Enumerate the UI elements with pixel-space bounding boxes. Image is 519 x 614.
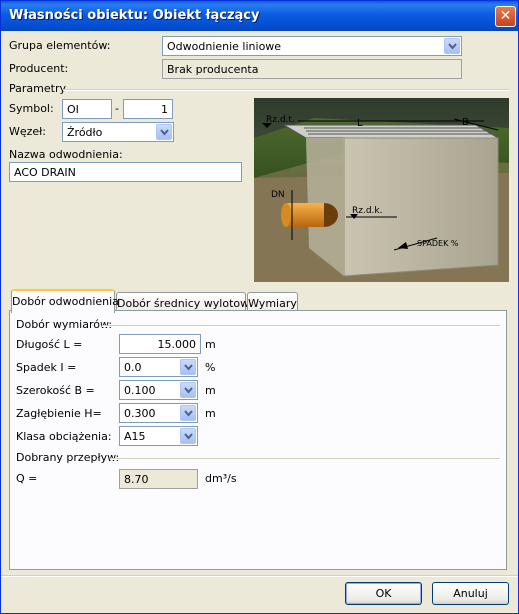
symbol-label: Symbol: bbox=[9, 102, 54, 115]
label-B: B bbox=[462, 117, 469, 128]
label-spadek: SPADEK % bbox=[417, 239, 459, 248]
chevron-down-icon[interactable] bbox=[444, 38, 460, 54]
group-divider bbox=[63, 89, 509, 91]
grupa-value: Odwodnienie liniowe bbox=[167, 40, 282, 53]
bottom-divider bbox=[1, 575, 518, 577]
label-DN: DN bbox=[271, 190, 285, 200]
label-rzdt: Rz.d.t. bbox=[266, 115, 295, 125]
close-icon: ✕ bbox=[499, 8, 512, 24]
zaglebienie-value: 0.300 bbox=[124, 407, 156, 420]
zaglebienie-label: Zagłębienie H= bbox=[16, 407, 102, 420]
wezel-label: Węzeł: bbox=[9, 125, 47, 138]
tab-dobor-odwodnienia[interactable]: Dobór odwodnienia bbox=[11, 289, 119, 313]
ok-label: OK bbox=[375, 587, 392, 600]
przeplyw-group-label: Dobrany przepływ: bbox=[16, 451, 120, 464]
szerokosc-label: Szerokość B = bbox=[16, 384, 95, 397]
zaglebienie-unit: m bbox=[205, 407, 216, 420]
dlugosc-value: 15.000 bbox=[157, 338, 197, 351]
symbol-number-value: 1 bbox=[161, 103, 168, 116]
q-field: 8.70 bbox=[119, 469, 198, 489]
tab-label: Wymiary bbox=[248, 297, 297, 310]
spadek-value: 0.0 bbox=[124, 361, 142, 374]
q-unit: dm³/s bbox=[205, 472, 237, 485]
q-value: 8.70 bbox=[124, 473, 149, 486]
chevron-down-icon[interactable] bbox=[180, 428, 196, 444]
drainage-diagram-illustration: Rz.d.t. L B DN Rz.d.k. SPADEK % bbox=[254, 98, 509, 282]
ok-button[interactable]: OK bbox=[345, 582, 422, 605]
nazwa-value: ACO DRAIN bbox=[14, 166, 76, 179]
nazwa-label: Nazwa odwodnienia: bbox=[9, 148, 123, 161]
symbol-prefix-input[interactable]: OI bbox=[62, 99, 112, 119]
szerokosc-value: 0.100 bbox=[124, 384, 156, 397]
chevron-down-icon[interactable] bbox=[156, 124, 172, 140]
wezel-value: Źródło bbox=[67, 126, 103, 139]
cancel-button[interactable]: Anuluj bbox=[432, 582, 509, 605]
symbol-number-input[interactable]: 1 bbox=[123, 99, 173, 119]
tab-panel-dobor: Dobór wymiarów: Długość L = 15.000 m Spa… bbox=[9, 310, 507, 570]
producent-label: Producent: bbox=[9, 62, 69, 75]
szerokosc-select[interactable]: 0.100 bbox=[119, 380, 198, 400]
drainage-diagram: Rz.d.t. L B DN Rz.d.k. SPADEK % bbox=[254, 98, 509, 282]
wezel-select[interactable]: Źródło bbox=[62, 122, 174, 142]
symbol-prefix-value: OI bbox=[67, 103, 79, 116]
tab-label: Dobór średnicy wylotowej bbox=[117, 297, 259, 310]
grupa-label: Grupa elementów: bbox=[9, 39, 111, 52]
spadek-select[interactable]: 0.0 bbox=[119, 357, 198, 377]
grupa-select[interactable]: Odwodnienie liniowe bbox=[162, 36, 462, 56]
chevron-down-icon[interactable] bbox=[180, 382, 196, 398]
szerokosc-unit: m bbox=[205, 384, 216, 397]
chevron-down-icon[interactable] bbox=[180, 405, 196, 421]
producent-field: Brak producenta bbox=[162, 59, 462, 79]
producent-value: Brak producenta bbox=[167, 63, 259, 76]
klasa-label: Klasa obciążenia: bbox=[16, 430, 112, 443]
chevron-down-icon[interactable] bbox=[180, 359, 196, 375]
properties-dialog: Własności obiektu: Obiekt łączący ✕ Grup… bbox=[0, 0, 519, 614]
dobor-group-label: Dobór wymiarów: bbox=[16, 318, 113, 331]
close-button[interactable]: ✕ bbox=[495, 6, 516, 27]
nazwa-input[interactable]: ACO DRAIN bbox=[9, 162, 242, 182]
group-divider bbox=[110, 458, 500, 460]
window-title: Własności obiektu: Obiekt łączący bbox=[9, 8, 260, 23]
symbol-separator: - bbox=[115, 102, 119, 115]
group-divider bbox=[102, 325, 500, 327]
dlugosc-label: Długość L = bbox=[16, 338, 83, 351]
spadek-unit: % bbox=[205, 361, 216, 374]
label-L: L bbox=[357, 118, 363, 129]
q-label: Q = bbox=[16, 472, 38, 485]
klasa-select[interactable]: A15 bbox=[119, 426, 198, 446]
title-bar[interactable]: Własności obiektu: Obiekt łączący ✕ bbox=[1, 1, 518, 31]
tab-label: Dobór odwodnienia bbox=[12, 295, 119, 308]
parametry-group-label: Parametry bbox=[9, 82, 66, 95]
cancel-label: Anuluj bbox=[453, 587, 488, 600]
label-rzdk: Rz.d.k. bbox=[352, 206, 383, 216]
dlugosc-input[interactable]: 15.000 bbox=[119, 334, 201, 354]
dlugosc-unit: m bbox=[205, 338, 216, 351]
spadek-label: Spadek I = bbox=[16, 361, 77, 374]
zaglebienie-select[interactable]: 0.300 bbox=[119, 403, 198, 423]
klasa-value: A15 bbox=[124, 430, 146, 443]
